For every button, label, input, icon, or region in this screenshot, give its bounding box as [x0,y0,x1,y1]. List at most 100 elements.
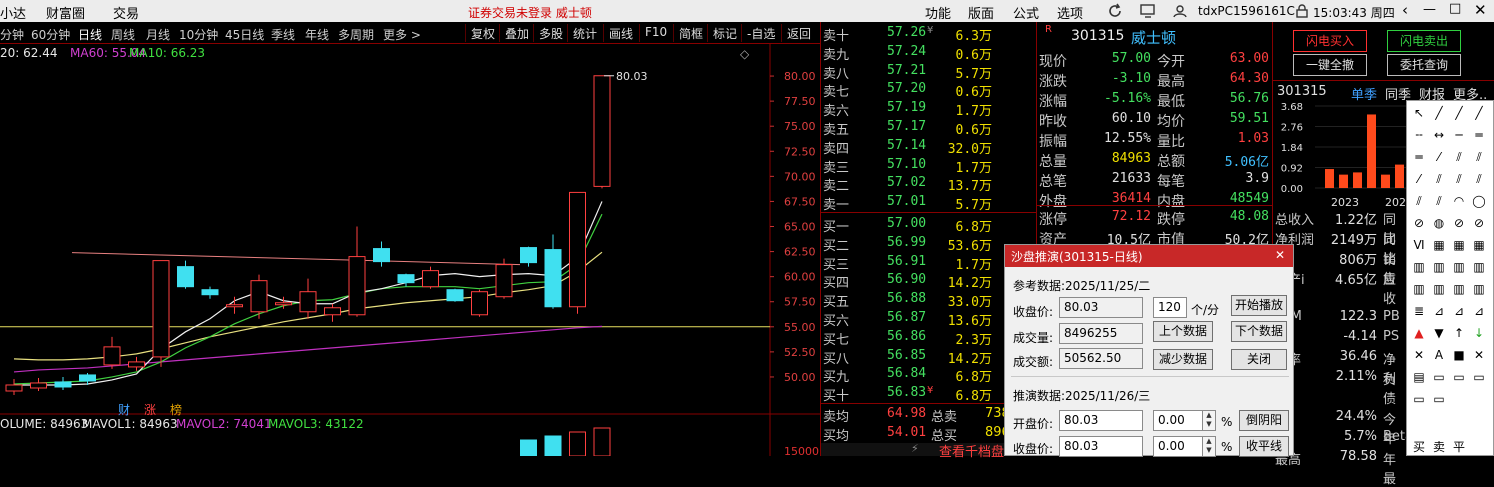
mark-button[interactable]: 标记 [707,24,742,42]
draw-tool-icon[interactable]: ⫽ [1469,169,1489,189]
next-data-button[interactable]: 下个数据 [1231,321,1287,342]
back-arrow-icon[interactable]: ‹ [1402,1,1408,19]
draw-tool-icon[interactable]: ▥ [1469,257,1489,277]
draw-tool-icon[interactable]: ◠ [1449,191,1469,211]
view-1000-link[interactable]: 查看千档盘 [939,441,1004,460]
period-yearly[interactable]: 年线 [305,26,329,43]
invert-button[interactable]: 倒阴阳 [1239,410,1289,431]
menu-item-formula[interactable]: 公式 [1013,3,1039,22]
draw-tool-icon[interactable]: ▦ [1469,235,1489,255]
kline-chart[interactable]: 20: 62.44 MA60: 55.04 MA10: 66.23 80.00 7… [0,44,820,458]
draw-tool-icon[interactable]: ⊿ [1469,301,1489,321]
marker-finance[interactable]: 财 [118,401,130,418]
draw-line-button[interactable]: 画线 [603,24,638,42]
return-button[interactable]: 返回 [781,24,816,42]
remove-favorite-button[interactable]: -自选 [741,24,780,42]
close-pct-spinner[interactable]: ▲ ▼ [1202,436,1216,457]
draw-tool-icon[interactable]: ╱ [1429,103,1449,123]
open-pct-spinner[interactable]: ▲ ▼ [1202,410,1216,431]
period-10min[interactable]: 10分钟 [179,26,218,43]
tab-quarter[interactable]: 单季 [1351,84,1377,103]
period-monthly[interactable]: 月线 [146,26,170,43]
period-minute[interactable]: 分钟 [0,26,24,43]
open-pct-field[interactable]: 0.00 [1153,410,1203,431]
close-window-icon[interactable]: ✕ [1474,1,1487,19]
draw-tool-icon[interactable]: ▥ [1429,257,1449,277]
order-query-button[interactable]: 委托查询 [1387,54,1461,76]
draw-tool-icon[interactable]: ⫽ [1469,147,1489,167]
stats-button[interactable]: 统计 [567,24,602,42]
menu-item-function[interactable]: 功能 [925,3,951,22]
period-quarterly[interactable]: 季线 [271,26,295,43]
flash-sell-button[interactable]: 闪电卖出 [1387,30,1461,52]
draw-tool-icon[interactable]: ▦ [1429,235,1449,255]
draw-tool-icon[interactable]: ╱ [1469,103,1489,123]
draw-tool-icon[interactable]: ↖ [1409,103,1429,123]
volume-field[interactable]: 8496255 [1059,323,1143,344]
marker-limit-up[interactable]: 涨 [144,401,156,418]
period-45day[interactable]: 45日线 [225,26,264,43]
open-price-field[interactable]: 80.03 [1059,410,1143,431]
draw-tool-icon[interactable]: ✕ [1469,345,1489,365]
palette-flat[interactable]: 平 [1449,437,1469,457]
menu-item-app[interactable]: 小达 [0,3,26,22]
prev-data-button[interactable]: 上个数据 [1153,321,1213,342]
draw-tool-icon[interactable]: ⫽ [1429,191,1449,211]
draw-tool-icon[interactable]: ╱ [1449,103,1469,123]
menu-item-layout[interactable]: 版面 [968,3,994,22]
draw-tool-icon[interactable]: ⊿ [1449,301,1469,321]
monitor-icon[interactable] [1140,4,1156,18]
refresh-icon[interactable] [1107,3,1123,19]
close-pct-field[interactable]: 0.00 [1153,436,1203,457]
draw-tool-icon[interactable]: ◯ [1469,191,1489,211]
draw-tool-icon[interactable]: ▥ [1469,279,1489,299]
draw-tool-icon[interactable]: ↑ [1449,323,1469,343]
draw-tool-icon[interactable]: ─ [1449,125,1469,145]
period-60min[interactable]: 60分钟 [31,26,70,43]
draw-tool-icon[interactable]: ▭ [1469,367,1489,387]
draw-tool-icon[interactable]: ⫽ [1449,147,1469,167]
draw-tool-icon[interactable]: ╌ [1409,125,1429,145]
menu-item-options[interactable]: 选项 [1057,3,1083,22]
speed-field[interactable]: 120 [1153,297,1187,318]
draw-tool-icon[interactable]: ⊘ [1409,213,1429,233]
draw-tool-icon[interactable]: ▥ [1449,279,1469,299]
draw-tool-icon[interactable]: ▥ [1449,257,1469,277]
draw-tool-icon[interactable]: ⊿ [1429,301,1449,321]
maximize-icon[interactable]: □ [1449,1,1461,16]
flash-buy-button[interactable]: 闪电买入 [1293,30,1367,52]
draw-tool-icon[interactable]: ⫽ [1429,169,1449,189]
menu-item-wealth[interactable]: 财富圈 [46,3,85,22]
close-price-field[interactable]: 80.03 [1059,297,1143,318]
multi-stock-button[interactable]: 多股 [533,24,568,42]
dialog-close-icon[interactable]: ✕ [1275,248,1289,262]
draw-tool-icon[interactable]: ⫽ [1409,191,1429,211]
draw-tool-icon[interactable]: ▲ [1409,323,1429,343]
draw-tool-icon[interactable]: ⁄ [1429,147,1449,167]
draw-tool-icon[interactable]: ▥ [1429,279,1449,299]
lock-icon[interactable] [1295,4,1309,18]
user-icon[interactable] [1172,4,1188,18]
period-weekly[interactable]: 周线 [111,26,135,43]
simple-frame-button[interactable]: 简框 [673,24,708,42]
draw-tool-icon[interactable]: ✕ [1409,345,1429,365]
flat-line-button[interactable]: 收平线 [1239,436,1289,457]
draw-tool-icon[interactable]: ▭ [1409,389,1429,409]
draw-tool-icon[interactable]: ◍ [1429,213,1449,233]
draw-tool-icon[interactable]: ▥ [1409,257,1429,277]
draw-tool-icon[interactable]: ↓ [1469,323,1489,343]
draw-tool-icon[interactable]: ▭ [1449,367,1469,387]
draw-tool-icon[interactable]: ▭ [1429,389,1449,409]
draw-tool-icon[interactable]: ≣ [1409,301,1429,321]
minimize-icon[interactable]: — [1423,2,1436,17]
menu-item-trade[interactable]: 交易 [113,3,139,22]
draw-tool-icon[interactable]: ⊘ [1449,213,1469,233]
period-more[interactable]: 更多 > [383,26,421,43]
close-price2-field[interactable]: 80.03 [1059,436,1143,457]
draw-tool-icon[interactable]: ▤ [1409,367,1429,387]
palette-buy[interactable]: 买 [1409,437,1429,457]
draw-tool-icon[interactable]: Ⅵ [1409,235,1429,255]
draw-tool-icon[interactable]: ■ [1449,345,1469,365]
marker-board[interactable]: 榜 [170,401,182,418]
f10-button[interactable]: F10 [639,24,672,42]
